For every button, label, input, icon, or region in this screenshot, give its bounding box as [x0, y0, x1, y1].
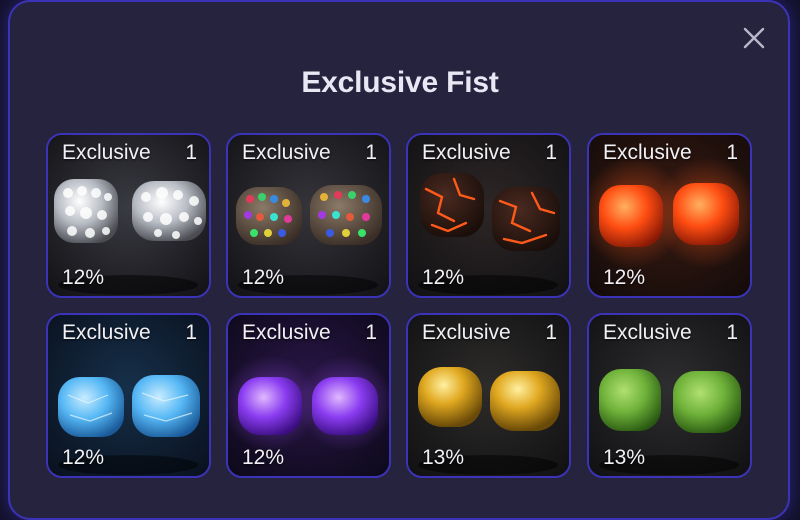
- item-count: 1: [365, 141, 377, 164]
- item-count: 1: [726, 141, 738, 164]
- rarity-label: Exclusive: [603, 321, 692, 344]
- fist-grid: Exclusive 1 12% Exclusive 1 12% Exclusiv…: [0, 0, 800, 492]
- item-count: 1: [545, 141, 557, 164]
- fist-card-grass[interactable]: Exclusive 1 13%: [587, 313, 752, 478]
- fist-card-gem[interactable]: Exclusive 1 12%: [226, 133, 391, 298]
- item-count: 1: [365, 321, 377, 344]
- rarity-label: Exclusive: [422, 321, 511, 344]
- drop-chance: 12%: [62, 446, 105, 469]
- fist-card-fire[interactable]: Exclusive 1 12%: [587, 133, 752, 298]
- item-count: 1: [185, 141, 197, 164]
- rarity-label: Exclusive: [422, 141, 511, 164]
- item-count: 1: [185, 321, 197, 344]
- rarity-label: Exclusive: [603, 141, 692, 164]
- drop-chance: 12%: [242, 266, 285, 289]
- drop-chance: 12%: [242, 446, 285, 469]
- drop-chance: 12%: [62, 266, 105, 289]
- rarity-label: Exclusive: [62, 321, 151, 344]
- item-count: 1: [545, 321, 557, 344]
- fist-card-ice[interactable]: Exclusive 1 12%: [46, 313, 211, 478]
- item-count: 1: [726, 321, 738, 344]
- drop-chance: 12%: [603, 266, 646, 289]
- rarity-label: Exclusive: [62, 141, 151, 164]
- drop-chance: 13%: [422, 446, 465, 469]
- drop-chance: 13%: [603, 446, 646, 469]
- drop-chance: 12%: [422, 266, 465, 289]
- fist-card-void[interactable]: Exclusive 1 12%: [226, 313, 391, 478]
- fist-card-lava[interactable]: Exclusive 1 12%: [406, 133, 571, 298]
- fist-card-gold[interactable]: Exclusive 1 13%: [406, 313, 571, 478]
- rarity-label: Exclusive: [242, 141, 331, 164]
- fist-card-diamond[interactable]: Exclusive 1 12%: [46, 133, 211, 298]
- rarity-label: Exclusive: [242, 321, 331, 344]
